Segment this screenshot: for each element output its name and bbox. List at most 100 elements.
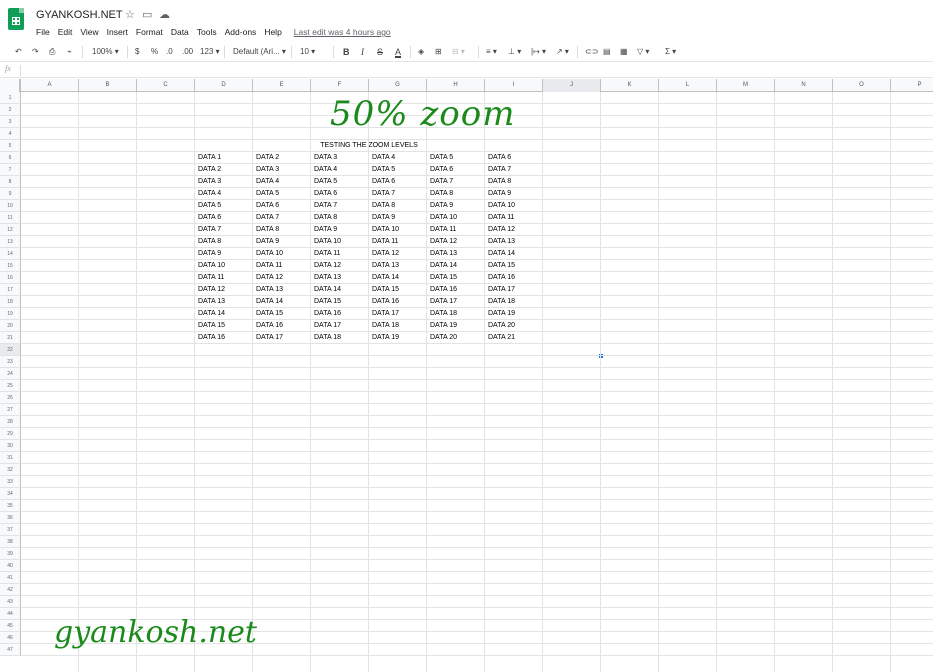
move-folder-icon[interactable]: ▭ <box>142 9 152 21</box>
row-header-21[interactable]: 21 <box>0 332 21 344</box>
align-icon[interactable]: ≡ ▾ <box>486 46 497 58</box>
data-cell[interactable]: DATA 16 <box>369 296 427 308</box>
currency-button[interactable]: $ <box>135 46 139 58</box>
data-cell[interactable]: DATA 14 <box>195 308 253 320</box>
row-header-13[interactable]: 13 <box>0 236 21 248</box>
row-header-27[interactable]: 27 <box>0 404 21 416</box>
data-cell[interactable]: DATA 8 <box>427 188 485 200</box>
column-header-i[interactable]: I <box>485 79 543 92</box>
column-header-h[interactable]: H <box>427 79 485 92</box>
decrease-decimals-button[interactable]: .0 <box>166 46 173 58</box>
row-header-39[interactable]: 39 <box>0 548 21 560</box>
data-cell[interactable]: DATA 19 <box>427 320 485 332</box>
data-cell[interactable]: DATA 4 <box>195 188 253 200</box>
data-cell[interactable]: DATA 15 <box>311 296 369 308</box>
data-cell[interactable]: DATA 6 <box>485 152 543 164</box>
row-header-8[interactable]: 8 <box>0 176 21 188</box>
row-header-4[interactable]: 4 <box>0 128 21 140</box>
data-cell[interactable]: DATA 13 <box>485 236 543 248</box>
data-cell[interactable]: DATA 2 <box>253 152 311 164</box>
link-icon[interactable]: ⊂⊃ <box>585 46 598 58</box>
data-cell[interactable]: DATA 13 <box>311 272 369 284</box>
data-cell[interactable]: DATA 10 <box>485 200 543 212</box>
column-header-n[interactable]: N <box>775 79 833 92</box>
menu-file[interactable]: File <box>36 27 50 39</box>
data-cell[interactable]: DATA 15 <box>427 272 485 284</box>
data-cell[interactable]: DATA 10 <box>369 224 427 236</box>
sheets-logo-icon[interactable] <box>8 8 24 30</box>
column-header-p[interactable]: P <box>891 79 933 92</box>
menu-data[interactable]: Data <box>171 27 189 39</box>
row-header-22[interactable]: 22 <box>0 344 21 356</box>
column-header-o[interactable]: O <box>833 79 891 92</box>
row-header-37[interactable]: 37 <box>0 524 21 536</box>
data-cell[interactable]: DATA 15 <box>253 308 311 320</box>
data-cell[interactable]: DATA 18 <box>427 308 485 320</box>
row-header-38[interactable]: 38 <box>0 536 21 548</box>
row-header-34[interactable]: 34 <box>0 488 21 500</box>
data-cell[interactable]: DATA 9 <box>311 224 369 236</box>
document-title[interactable]: GYANKOSH.NET <box>36 9 123 21</box>
data-cell[interactable]: DATA 12 <box>195 284 253 296</box>
data-cell[interactable]: DATA 12 <box>485 224 543 236</box>
data-cell[interactable]: DATA 6 <box>311 188 369 200</box>
valign-icon[interactable]: ⊥ ▾ <box>508 46 521 58</box>
row-header-19[interactable]: 19 <box>0 308 21 320</box>
row-header-45[interactable]: 45 <box>0 620 21 632</box>
data-cell[interactable]: DATA 3 <box>195 176 253 188</box>
row-header-6[interactable]: 6 <box>0 152 21 164</box>
data-cell[interactable]: DATA 5 <box>195 200 253 212</box>
data-cell[interactable]: DATA 16 <box>253 320 311 332</box>
functions-icon[interactable]: Σ ▾ <box>665 46 676 58</box>
column-header-b[interactable]: B <box>79 79 137 92</box>
row-header-18[interactable]: 18 <box>0 296 21 308</box>
data-cell[interactable]: DATA 16 <box>195 332 253 344</box>
data-cell[interactable]: DATA 6 <box>369 176 427 188</box>
data-cell[interactable]: DATA 9 <box>195 248 253 260</box>
data-cell[interactable]: DATA 4 <box>369 152 427 164</box>
data-cell[interactable]: DATA 16 <box>485 272 543 284</box>
row-header-16[interactable]: 16 <box>0 272 21 284</box>
menu-format[interactable]: Format <box>136 27 163 39</box>
data-cell[interactable]: DATA 12 <box>311 260 369 272</box>
row-header-15[interactable]: 15 <box>0 260 21 272</box>
text-color-button[interactable]: A <box>395 46 401 58</box>
data-cell[interactable]: DATA 7 <box>253 212 311 224</box>
data-cell[interactable]: DATA 15 <box>195 320 253 332</box>
column-header-l[interactable]: L <box>659 79 717 92</box>
row-header-17[interactable]: 17 <box>0 284 21 296</box>
data-cell[interactable]: DATA 12 <box>253 272 311 284</box>
data-cell[interactable]: DATA 8 <box>195 236 253 248</box>
row-header-46[interactable]: 46 <box>0 632 21 644</box>
column-header-e[interactable]: E <box>253 79 311 92</box>
data-cell[interactable]: DATA 3 <box>311 152 369 164</box>
data-cell[interactable]: DATA 11 <box>311 248 369 260</box>
column-header-c[interactable]: C <box>137 79 195 92</box>
zoom-select[interactable]: 100% ▾ <box>92 46 119 58</box>
bold-button[interactable]: B <box>343 46 350 58</box>
row-header-14[interactable]: 14 <box>0 248 21 260</box>
column-header-f[interactable]: F <box>311 79 369 92</box>
data-cell[interactable]: DATA 16 <box>427 284 485 296</box>
data-cell[interactable]: DATA 8 <box>311 212 369 224</box>
menu-add-ons[interactable]: Add-ons <box>225 27 257 39</box>
data-cell[interactable]: DATA 15 <box>369 284 427 296</box>
data-cell[interactable]: DATA 18 <box>369 320 427 332</box>
strikethrough-button[interactable]: S <box>377 46 383 58</box>
row-header-3[interactable]: 3 <box>0 116 21 128</box>
data-cell[interactable]: DATA 11 <box>253 260 311 272</box>
row-header-44[interactable]: 44 <box>0 608 21 620</box>
data-cell[interactable]: DATA 18 <box>311 332 369 344</box>
data-cell[interactable]: DATA 14 <box>485 248 543 260</box>
data-cell[interactable]: DATA 7 <box>195 224 253 236</box>
menu-tools[interactable]: Tools <box>197 27 217 39</box>
row-header-35[interactable]: 35 <box>0 500 21 512</box>
column-header-k[interactable]: K <box>601 79 659 92</box>
data-cell[interactable]: DATA 12 <box>369 248 427 260</box>
row-header-1[interactable]: 1 <box>0 92 21 104</box>
undo-icon[interactable]: ↶ <box>15 46 22 58</box>
data-cell[interactable]: DATA 4 <box>311 164 369 176</box>
italic-button[interactable]: I <box>361 46 364 58</box>
data-cell[interactable]: DATA 5 <box>427 152 485 164</box>
data-cell[interactable]: DATA 17 <box>427 296 485 308</box>
